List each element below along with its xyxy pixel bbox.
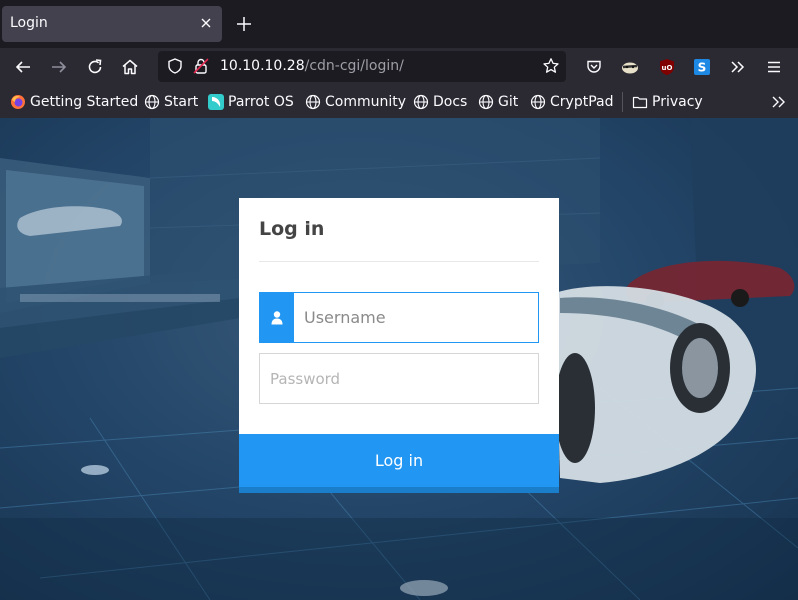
extension-badger-icon[interactable] (620, 57, 640, 77)
user-icon (260, 293, 294, 342)
tab-login[interactable]: Login (2, 6, 222, 42)
globe-icon (144, 94, 160, 110)
login-button[interactable]: Log in (239, 434, 559, 487)
insecure-lock-icon[interactable] (190, 55, 212, 77)
username-field (259, 292, 539, 343)
svg-text:S: S (698, 61, 707, 75)
bookmark-label: Community (325, 94, 407, 110)
parrot-icon (208, 94, 224, 110)
bookmark-getting-started[interactable]: Getting Started (10, 93, 138, 111)
bookmark-parrot-os[interactable]: Parrot OS (208, 93, 294, 111)
bookmark-label: Privacy (652, 94, 703, 110)
bookmark-label: Git (498, 94, 519, 110)
globe-icon (305, 94, 321, 110)
url-host: 10.10.10.28 (220, 58, 305, 74)
bookmark-cryptpad[interactable]: CryptPad (530, 93, 613, 111)
login-card: Log in Log in (239, 198, 559, 493)
svg-text:uO: uO (662, 64, 673, 72)
bookmark-start[interactable]: Start (144, 93, 198, 111)
more-tools-chevron-icon[interactable] (728, 57, 748, 77)
bookmark-star-icon[interactable] (540, 55, 562, 77)
bookmark-community[interactable]: Community (305, 93, 406, 111)
folder-icon (632, 94, 648, 110)
extension-s-icon[interactable]: S (692, 57, 712, 77)
login-divider (259, 261, 539, 262)
login-title: Log in (259, 218, 325, 240)
bookmark-label: Getting Started (30, 94, 139, 110)
ublock-origin-icon[interactable]: uO (657, 57, 677, 77)
address-bar[interactable]: 10.10.10.28/cdn-cgi/login/ (158, 51, 566, 82)
bookmark-label: Docs (433, 94, 468, 110)
bookmarks-overflow-chevron-icon[interactable] (770, 93, 788, 111)
bookmark-label: Start (164, 94, 199, 110)
tab-strip: Login (0, 0, 798, 48)
bookmark-docs[interactable]: Docs (413, 93, 467, 111)
forward-icon[interactable] (48, 56, 70, 78)
globe-icon (478, 94, 494, 110)
username-input[interactable] (304, 293, 534, 342)
bookmark-folder-privacy[interactable]: Privacy (632, 93, 703, 111)
bookmarks-toolbar: Getting Started Start Parrot OS Communit… (0, 86, 798, 118)
page-content: Log in Log in (0, 118, 798, 600)
nav-bar: 10.10.10.28/cdn-cgi/login/ uO S (0, 48, 798, 86)
back-icon[interactable] (12, 56, 34, 78)
reload-icon[interactable] (84, 56, 106, 78)
new-tab-icon[interactable] (234, 14, 254, 34)
url-text[interactable]: 10.10.10.28/cdn-cgi/login/ (220, 58, 404, 74)
home-icon[interactable] (119, 56, 141, 78)
tab-title: Login (10, 15, 48, 31)
password-input[interactable] (270, 354, 534, 403)
close-tab-icon[interactable] (198, 15, 214, 31)
globe-icon (413, 94, 429, 110)
tracking-protection-icon[interactable] (164, 55, 186, 77)
bookmark-label: Parrot OS (228, 94, 294, 110)
pocket-icon[interactable] (584, 57, 604, 77)
globe-icon (530, 94, 546, 110)
bookmarks-separator (622, 92, 623, 112)
firefox-icon (10, 94, 26, 110)
url-path: /cdn-cgi/login/ (304, 58, 404, 74)
bookmark-label: CryptPad (550, 94, 614, 110)
hamburger-menu-icon[interactable] (764, 57, 784, 77)
bookmark-git[interactable]: Git (478, 93, 518, 111)
password-field (259, 353, 539, 404)
